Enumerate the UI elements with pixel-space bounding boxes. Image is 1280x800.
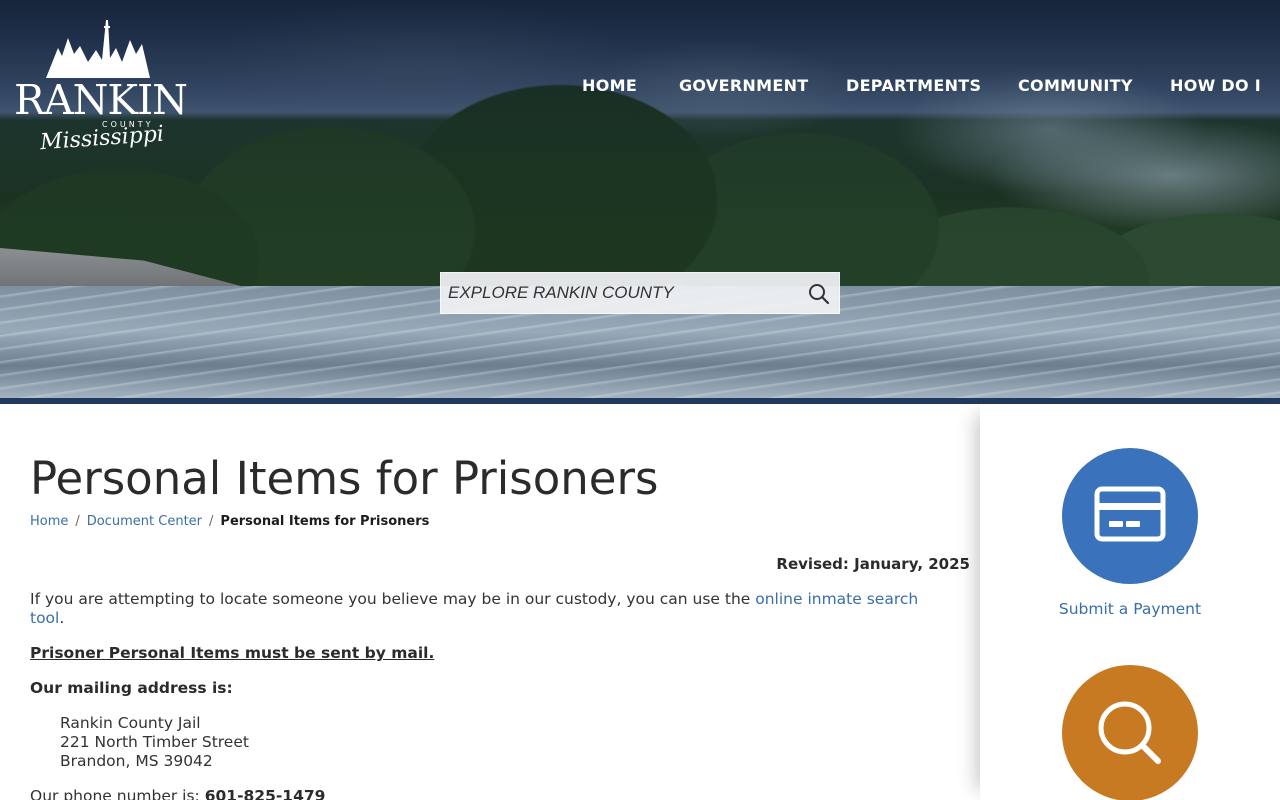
logo-wordmark: RANKIN bbox=[14, 76, 188, 124]
main-nav: HOME GOVERNMENT DEPARTMENTS COMMUNITY HO… bbox=[560, 76, 1280, 100]
magnifier-icon bbox=[1098, 701, 1161, 764]
phone-label: Our phone number is: bbox=[30, 787, 205, 800]
phone-line: Our phone number is: 601-825-1479 bbox=[30, 787, 325, 800]
breadcrumb-current: Personal Items for Prisoners bbox=[220, 514, 430, 529]
breadcrumb-home[interactable]: Home bbox=[30, 514, 68, 529]
page-title: Personal Items for Prisoners bbox=[30, 452, 659, 505]
breadcrumb-document-center[interactable]: Document Center bbox=[87, 514, 202, 529]
mailing-heading: Our mailing address is: bbox=[30, 679, 233, 697]
intro-text: If you are attempting to locate someone … bbox=[30, 590, 756, 608]
credit-card-icon bbox=[1094, 486, 1166, 542]
intro-paragraph: If you are attempting to locate someone … bbox=[30, 590, 955, 628]
search-input[interactable] bbox=[441, 273, 801, 313]
quick-links-sidebar: Submit a Payment bbox=[980, 404, 1280, 800]
submit-payment-button[interactable] bbox=[1062, 448, 1198, 584]
logo-trees-icon bbox=[46, 20, 150, 78]
nav-departments[interactable]: DEPARTMENTS bbox=[846, 76, 981, 95]
phone-number[interactable]: 601-825-1479 bbox=[205, 787, 326, 800]
site-logo[interactable]: RANKIN COUNTY Mississippi bbox=[14, 18, 188, 155]
search-quick-link[interactable] bbox=[1062, 665, 1198, 800]
mailing-address: Rankin County Jail 221 North Timber Stre… bbox=[60, 714, 249, 771]
main-content: Personal Items for Prisoners Home / Docume… bbox=[0, 404, 980, 800]
site-search bbox=[440, 272, 840, 314]
nav-government[interactable]: GOVERNMENT bbox=[679, 76, 808, 95]
search-icon[interactable] bbox=[807, 282, 831, 306]
mail-requirement: Prisoner Personal Items must be sent by … bbox=[30, 644, 435, 662]
nav-how-do-i[interactable]: HOW DO I bbox=[1170, 76, 1261, 95]
intro-end: . bbox=[59, 609, 65, 627]
revised-date: Revised: January, 2025 bbox=[776, 555, 970, 573]
address-line: 221 North Timber Street bbox=[60, 733, 249, 751]
nav-community[interactable]: COMMUNITY bbox=[1018, 76, 1133, 95]
hero-banner bbox=[0, 0, 1280, 400]
address-line: Rankin County Jail bbox=[60, 714, 201, 732]
hero-shade bbox=[0, 0, 1280, 400]
breadcrumb-separator: / bbox=[209, 514, 214, 529]
breadcrumb-separator: / bbox=[75, 514, 80, 529]
address-line: Brandon, MS 39042 bbox=[60, 752, 213, 770]
breadcrumb: Home / Document Center / Personal Items for … bbox=[30, 514, 429, 529]
submit-payment-label[interactable]: Submit a Payment bbox=[1040, 600, 1220, 619]
nav-home[interactable]: HOME bbox=[582, 76, 637, 95]
